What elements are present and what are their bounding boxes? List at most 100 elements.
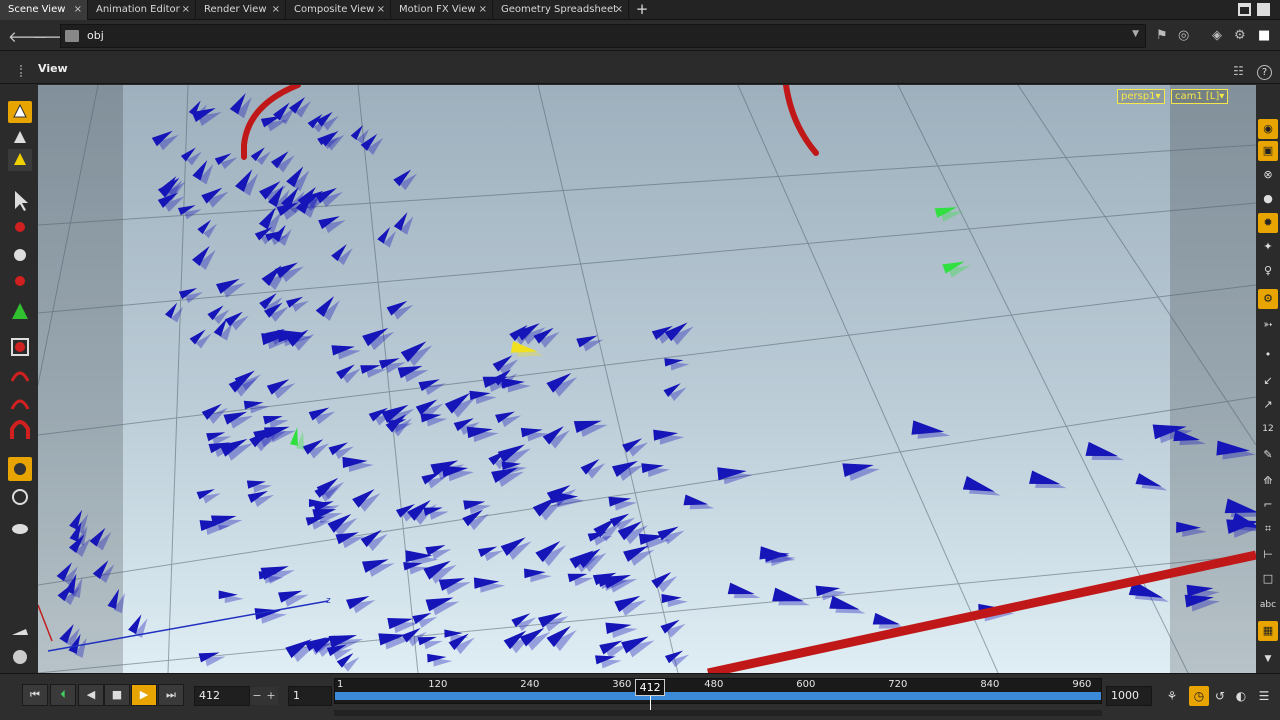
point-display-icon[interactable]: • — [1258, 345, 1278, 365]
tick-label: 240 — [520, 679, 540, 690]
light-icon[interactable]: ✹ — [1258, 213, 1278, 233]
tab-animation-editor[interactable]: Animation Editor × — [88, 0, 196, 20]
audio-icon[interactable]: ◐ — [1231, 686, 1251, 706]
x-ray-icon[interactable]: ⊗ — [1258, 165, 1278, 185]
timeline-scrollbar[interactable] — [334, 710, 1102, 716]
maximize-icon[interactable] — [1238, 3, 1251, 16]
handles-icon[interactable]: ⊢ — [1258, 545, 1278, 565]
link-icon[interactable]: ◎ — [1178, 28, 1189, 43]
shading-icon[interactable]: ● — [1258, 189, 1278, 209]
render-icon[interactable] — [12, 524, 28, 534]
tab-geometry-spreadsheet[interactable]: Geometry Spreadsheet × — [493, 0, 629, 20]
jump-to-end-button[interactable]: ⏭ — [158, 684, 184, 706]
end-frame-input[interactable]: 1000 — [1106, 686, 1152, 706]
add-tab-button[interactable]: + — [634, 0, 650, 20]
cube-icon[interactable]: ◈ — [1212, 28, 1222, 43]
camera-persp-menu[interactable]: persp1▾ — [1117, 89, 1165, 104]
flipbook-icon[interactable] — [12, 629, 28, 635]
pane-tab-bar: Scene View × Animation Editor × Render V… — [0, 0, 1280, 20]
loop-icon[interactable]: ↺ — [1210, 686, 1230, 706]
pose-tool-icon[interactable] — [12, 303, 28, 319]
normals-icon[interactable]: ↙ — [1258, 371, 1278, 391]
abc-icon[interactable]: abc — [1258, 595, 1278, 615]
display-options-icon[interactable]: ⚙ — [1234, 28, 1246, 43]
realtime-clock-icon[interactable]: ◷ — [1189, 686, 1209, 706]
tab-label: Composite View — [294, 4, 375, 15]
view-header-icons: ☷ ? — [1225, 60, 1272, 80]
background-image-icon[interactable]: ▦ — [1258, 621, 1278, 641]
snap-icon[interactable] — [12, 489, 28, 505]
tab-scene-view[interactable]: Scene View × — [0, 0, 88, 20]
sphere-icon[interactable] — [13, 650, 27, 664]
rotate-tool-icon[interactable] — [14, 249, 26, 261]
lock-icon[interactable]: ▣ — [1258, 141, 1278, 161]
tick-label: 360 — [612, 679, 632, 690]
white-square-icon[interactable]: ■ — [1258, 28, 1270, 43]
viewport-canvas[interactable]: z — [38, 85, 1256, 673]
tab-label: Motion FX View — [399, 4, 476, 15]
timeline-track[interactable]: 1 120 240 360 480 600 720 840 960 412 — [334, 678, 1102, 710]
close-icon[interactable]: × — [182, 0, 190, 20]
pin-icon[interactable]: ⚑ — [1156, 28, 1168, 43]
template-icon[interactable]: ⌗ — [1258, 519, 1278, 539]
bulb-icon[interactable]: ♀ — [1258, 261, 1278, 281]
headlight-icon[interactable]: ✦ — [1258, 237, 1278, 257]
brush-tool-icon[interactable] — [10, 371, 30, 382]
time-cursor[interactable]: 412 — [635, 679, 666, 696]
close-icon[interactable]: × — [377, 0, 385, 20]
close-icon[interactable]: × — [74, 0, 82, 20]
vertex-normals-icon[interactable]: ↗ — [1258, 395, 1278, 415]
select-mode-geo-icon[interactable] — [14, 131, 26, 143]
help-icon[interactable]: ? — [1257, 65, 1272, 80]
magnet-icon[interactable] — [10, 420, 30, 439]
network-icon — [65, 30, 79, 42]
tab-motion-fx-view[interactable]: Motion FX View × — [391, 0, 493, 20]
lasso-tool-icon[interactable] — [10, 399, 30, 410]
jump-to-start-button[interactable]: ⏮ — [22, 684, 48, 706]
left-toolbar — [0, 85, 38, 673]
prim-normals-icon[interactable]: ✎ — [1258, 445, 1278, 465]
camera-cam1-menu[interactable]: cam1 [L]▾ — [1171, 89, 1229, 104]
close-icon[interactable]: × — [615, 0, 623, 20]
time-cursor-line — [650, 696, 652, 710]
current-frame-input[interactable]: 412 — [194, 686, 250, 706]
uv-icon[interactable]: ⟰ — [1258, 471, 1278, 491]
box-icon[interactable]: □ — [1258, 569, 1278, 589]
play-button[interactable]: ▶ — [131, 684, 157, 706]
pane-layout-icon[interactable] — [1257, 3, 1270, 16]
ghost-icon[interactable]: ⚙ — [1258, 289, 1278, 309]
close-icon[interactable]: × — [479, 0, 487, 20]
close-icon[interactable]: × — [272, 0, 280, 20]
scale-tool-icon[interactable] — [15, 276, 25, 286]
stop-button[interactable]: ■ — [104, 684, 130, 706]
scope-icon[interactable]: ⚘ — [1162, 686, 1182, 706]
network-path-field[interactable]: obj ▼ — [60, 24, 1146, 48]
eye-icon[interactable]: ◉ — [1258, 119, 1278, 139]
grip-icon[interactable] — [20, 65, 24, 77]
tab-label: Animation Editor — [96, 4, 180, 15]
tick-label: 120 — [428, 679, 448, 690]
settings-icon[interactable]: ☰ — [1254, 686, 1274, 706]
right-toolbar: ◉ ▣ ⊗ ● ✹ ✦ ♀ ⚙ ➳ • ↙ ↗ 12 ✎ ⟰ ⌐ ⌗ ⊢ □ a… — [1256, 85, 1280, 673]
layout-icon[interactable]: ☷ — [1233, 64, 1244, 78]
scene-viewport[interactable]: z persp1▾ cam1 [L]▾ — [38, 85, 1256, 673]
step-back-key-button[interactable]: ⏴ — [50, 684, 76, 706]
move-tool-icon[interactable] — [15, 222, 25, 232]
edge-icon[interactable]: ➳ — [1258, 315, 1278, 335]
select-arrow-icon[interactable] — [15, 191, 28, 211]
tab-render-view[interactable]: Render View × — [196, 0, 286, 20]
point-numbers-icon[interactable]: 12 — [1258, 419, 1278, 439]
camera-mask-right — [1170, 85, 1256, 673]
tab-label: Geometry Spreadsheet — [501, 4, 618, 15]
start-frame-input[interactable]: 1 — [288, 686, 332, 706]
increment-frame-button[interactable]: + — [264, 687, 278, 705]
chevron-down-icon[interactable]: ▼ — [1132, 29, 1139, 39]
tab-composite-view[interactable]: Composite View × — [286, 0, 391, 20]
tick-label: 720 — [888, 679, 908, 690]
tick-label: 960 — [1072, 679, 1092, 690]
decrement-frame-button[interactable]: − — [250, 687, 264, 705]
frame-icon[interactable]: ⌐ — [1258, 495, 1278, 515]
play-reverse-button[interactable]: ◀ — [78, 684, 104, 706]
timeline-range-bar — [335, 692, 1101, 700]
chevron-down-icon[interactable]: ▼ — [1258, 649, 1278, 669]
